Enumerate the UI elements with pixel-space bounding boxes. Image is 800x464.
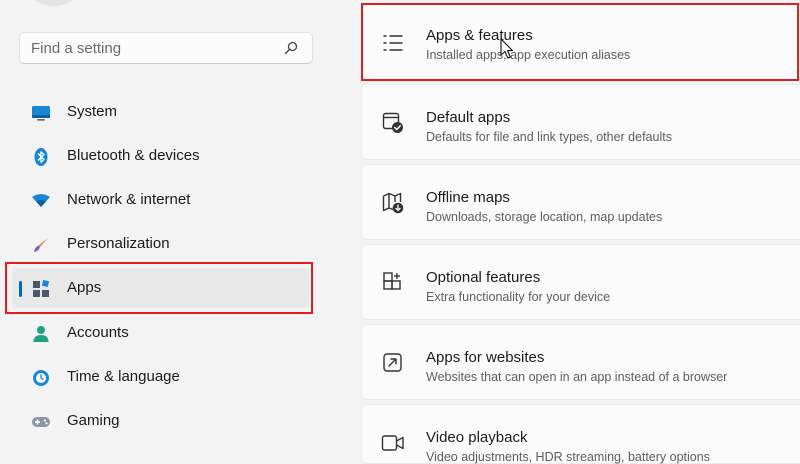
card-description: Video adjustments, HDR streaming, batter…: [426, 450, 710, 464]
video-camera-icon: [381, 431, 405, 455]
card-description: Installed apps, app execution aliases: [426, 48, 631, 62]
gamepad-icon: [30, 411, 52, 433]
card-title: Apps for websites: [426, 349, 545, 366]
card-description: Downloads, storage location, map updates: [426, 210, 663, 224]
card-video-playback[interactable]: Video playback Video adjustments, HDR st…: [361, 404, 800, 464]
selection-indicator: [19, 281, 22, 297]
card-apps-for-websites[interactable]: Apps for websites Websites that can open…: [361, 324, 800, 400]
card-optional-features[interactable]: Optional features Extra functionality fo…: [361, 244, 800, 320]
card-description: Extra functionality for your device: [426, 290, 611, 304]
bluetooth-icon: [30, 146, 52, 168]
list-icon: [381, 31, 405, 55]
sidebar-item-label: Personalization: [67, 235, 170, 252]
sidebar-item-bluetooth[interactable]: Bluetooth & devices: [12, 136, 310, 176]
monitor-icon: [30, 102, 52, 124]
sidebar-item-system[interactable]: System: [12, 92, 310, 132]
default-apps-icon: [381, 111, 405, 135]
card-title: Video playback: [426, 429, 528, 446]
sidebar-item-label: Time & language: [67, 368, 180, 385]
search-box[interactable]: [19, 32, 313, 64]
sidebar-item-label: Bluetooth & devices: [67, 147, 200, 164]
person-icon: [30, 323, 52, 345]
card-default-apps[interactable]: Default apps Defaults for file and link …: [361, 84, 800, 160]
map-download-icon: [381, 191, 405, 215]
card-title: Default apps: [426, 109, 511, 126]
sidebar-item-network[interactable]: Network & internet: [12, 180, 310, 220]
settings-sidebar: System Bluetooth & devices Network & int…: [0, 0, 345, 450]
sidebar-item-label: System: [67, 103, 118, 120]
sidebar-item-gaming[interactable]: Gaming: [12, 401, 310, 441]
sidebar-item-time-language[interactable]: Time & language: [12, 357, 310, 397]
mouse-cursor-icon: [500, 38, 514, 59]
card-description: Websites that can open in an app instead…: [426, 370, 728, 384]
card-title: Optional features: [426, 269, 541, 286]
wifi-icon: [30, 190, 52, 212]
add-grid-icon: [381, 271, 405, 295]
sidebar-item-apps[interactable]: Apps: [12, 268, 310, 308]
search-input[interactable]: [20, 34, 280, 62]
apps-settings-list: Apps & features Installed apps, app exec…: [361, 0, 800, 464]
sidebar-item-accounts[interactable]: Accounts: [12, 313, 310, 353]
card-apps-features[interactable]: Apps & features Installed apps, app exec…: [361, 4, 800, 80]
card-title: Apps & features: [426, 27, 533, 44]
card-offline-maps[interactable]: Offline maps Downloads, storage location…: [361, 164, 800, 240]
search-icon[interactable]: [280, 37, 302, 59]
brush-icon: [30, 234, 52, 256]
card-description: Defaults for file and link types, other …: [426, 130, 672, 144]
sidebar-item-personalization[interactable]: Personalization: [12, 224, 310, 264]
apps-icon: [30, 278, 52, 300]
sidebar-item-label: Gaming: [67, 412, 120, 429]
clock-globe-icon: [30, 367, 52, 389]
open-link-icon: [381, 351, 405, 375]
card-title: Offline maps: [426, 189, 510, 206]
sidebar-item-label: Apps: [67, 279, 102, 296]
sidebar-item-label: Accounts: [67, 324, 129, 341]
sidebar-item-label: Network & internet: [67, 191, 191, 208]
avatar[interactable]: [20, 0, 88, 6]
